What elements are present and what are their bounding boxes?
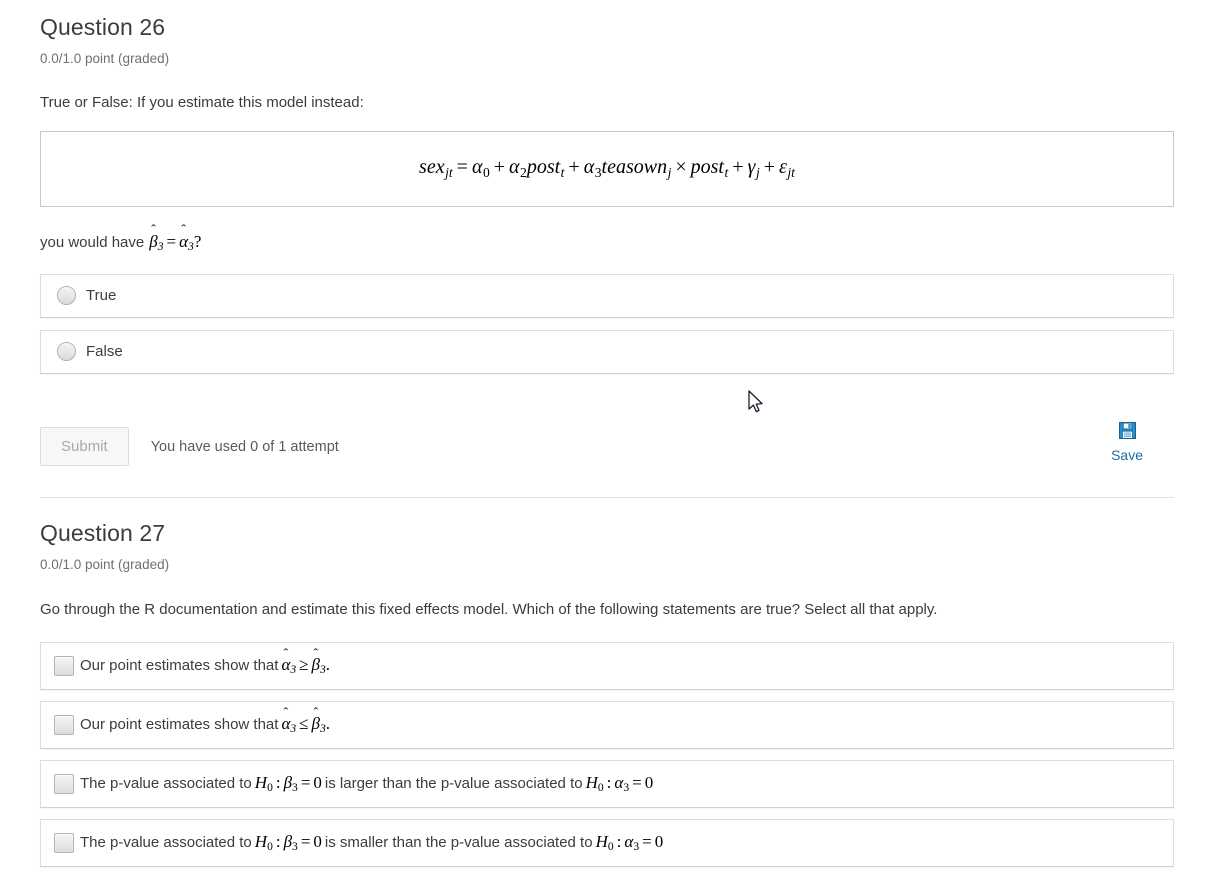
radio-icon-false[interactable] xyxy=(57,342,76,362)
choice-label-true: True xyxy=(86,287,117,305)
choice-text-pvalue-larger-middle: is larger than the p-value associated to xyxy=(324,774,583,792)
choice-math-pvalue-larger-1: H0: β3 = 0 xyxy=(254,772,322,794)
checkbox-icon-pvalue-smaller[interactable] xyxy=(54,832,74,853)
save-button[interactable]: Save xyxy=(1111,421,1143,463)
choice-row-estimates-ge[interactable]: Our point estimates show that α̂3≥β̂3. xyxy=(40,641,1174,690)
choice-math-pvalue-smaller-2: H0: α3 = 0 xyxy=(595,831,664,853)
model-equation: sexjt = α0 + α2postt + α3teasownj × postt + γj + εjt xyxy=(419,156,795,181)
choice-math-estimates-ge: α̂3≥β̂3. xyxy=(281,654,330,676)
choice-label-estimates-le: Our point estimates show that α̂3≤β̂3. xyxy=(80,715,330,735)
question-prompt-27: Go through the R documentation and estim… xyxy=(40,600,938,618)
question-points-27: 0.0/1.0 point (graded) xyxy=(40,556,170,572)
choice-text-estimates-ge: Our point estimates show that xyxy=(80,656,279,674)
choice-label-pvalue-larger: The p-value associated to H0: β3 = 0 is lar… xyxy=(80,774,653,794)
question-block-27: Question 27 0.0/1.0 point (graded) Go th… xyxy=(40,498,1174,867)
choice-label-estimates-ge: Our point estimates show that α̂3≥β̂3. xyxy=(80,656,330,676)
equation-box-26: sexjt = α0 + α2postt + α3teasownj × postt + γj + εjt xyxy=(40,130,1174,207)
choice-row-pvalue-larger[interactable]: The p-value associated to H0: β3 = 0 is lar… xyxy=(40,759,1174,808)
post-equation-text: you would have xyxy=(40,233,145,251)
page-title: Question 26 xyxy=(40,14,166,40)
choice-math-pvalue-smaller-1: H0: β3 = 0 xyxy=(254,831,322,853)
choice-text-pvalue-larger-before: The p-value associated to xyxy=(80,774,252,792)
choice-list-26: True False xyxy=(40,273,1174,374)
radio-icon-true[interactable] xyxy=(57,286,76,306)
choice-row-pvalue-smaller[interactable]: The p-value associated to H0: β3 = 0 is sma… xyxy=(40,818,1174,867)
question-title-27: Question 27 xyxy=(40,519,166,546)
checkbox-icon-pvalue-larger[interactable] xyxy=(54,773,74,794)
choice-text-estimates-le: Our point estimates show that xyxy=(80,715,279,733)
beta-alpha-equality: β̂3=α̂3? xyxy=(149,231,202,253)
choice-row-true[interactable]: True xyxy=(40,273,1174,318)
save-label: Save xyxy=(1111,446,1143,463)
submit-button[interactable]: Submit xyxy=(40,427,129,467)
choice-label-pvalue-smaller: The p-value associated to H0: β3 = 0 is sma… xyxy=(80,833,663,853)
choice-text-pvalue-smaller-before: The p-value associated to xyxy=(80,833,252,851)
quiz-page: Question 26 0.0/1.0 point (graded) True … xyxy=(0,0,1214,867)
choice-list-27: Our point estimates show that α̂3≥β̂3. O… xyxy=(40,641,1174,867)
post-equation-line: you would have β̂3=α̂3? xyxy=(40,232,1174,253)
action-row-26: Submit You have used 0 of 1 attempt Save xyxy=(40,416,1174,478)
question-points-26: 0.0/1.0 point (graded) xyxy=(40,51,170,66)
floppy-disk-icon xyxy=(1118,421,1136,444)
checkbox-icon-estimates-le[interactable] xyxy=(54,714,74,735)
question-prompt-26: True or False: If you estimate this mode… xyxy=(40,94,364,111)
attempt-counter: You have used 0 of 1 attempt xyxy=(150,438,339,455)
choice-row-estimates-le[interactable]: Our point estimates show that α̂3≤β̂3. xyxy=(40,700,1174,749)
question-block-26: Question 26 0.0/1.0 point (graded) True … xyxy=(40,0,1174,498)
choice-label-false: False xyxy=(86,343,123,361)
checkbox-icon-estimates-ge[interactable] xyxy=(54,655,74,676)
choice-text-pvalue-smaller-middle: is smaller than the p-value associated t… xyxy=(324,833,593,851)
choice-math-estimates-le: α̂3≤β̂3. xyxy=(281,713,330,735)
choice-row-false[interactable]: False xyxy=(40,329,1174,374)
choice-math-pvalue-larger-2: H0: α3 = 0 xyxy=(585,772,654,794)
